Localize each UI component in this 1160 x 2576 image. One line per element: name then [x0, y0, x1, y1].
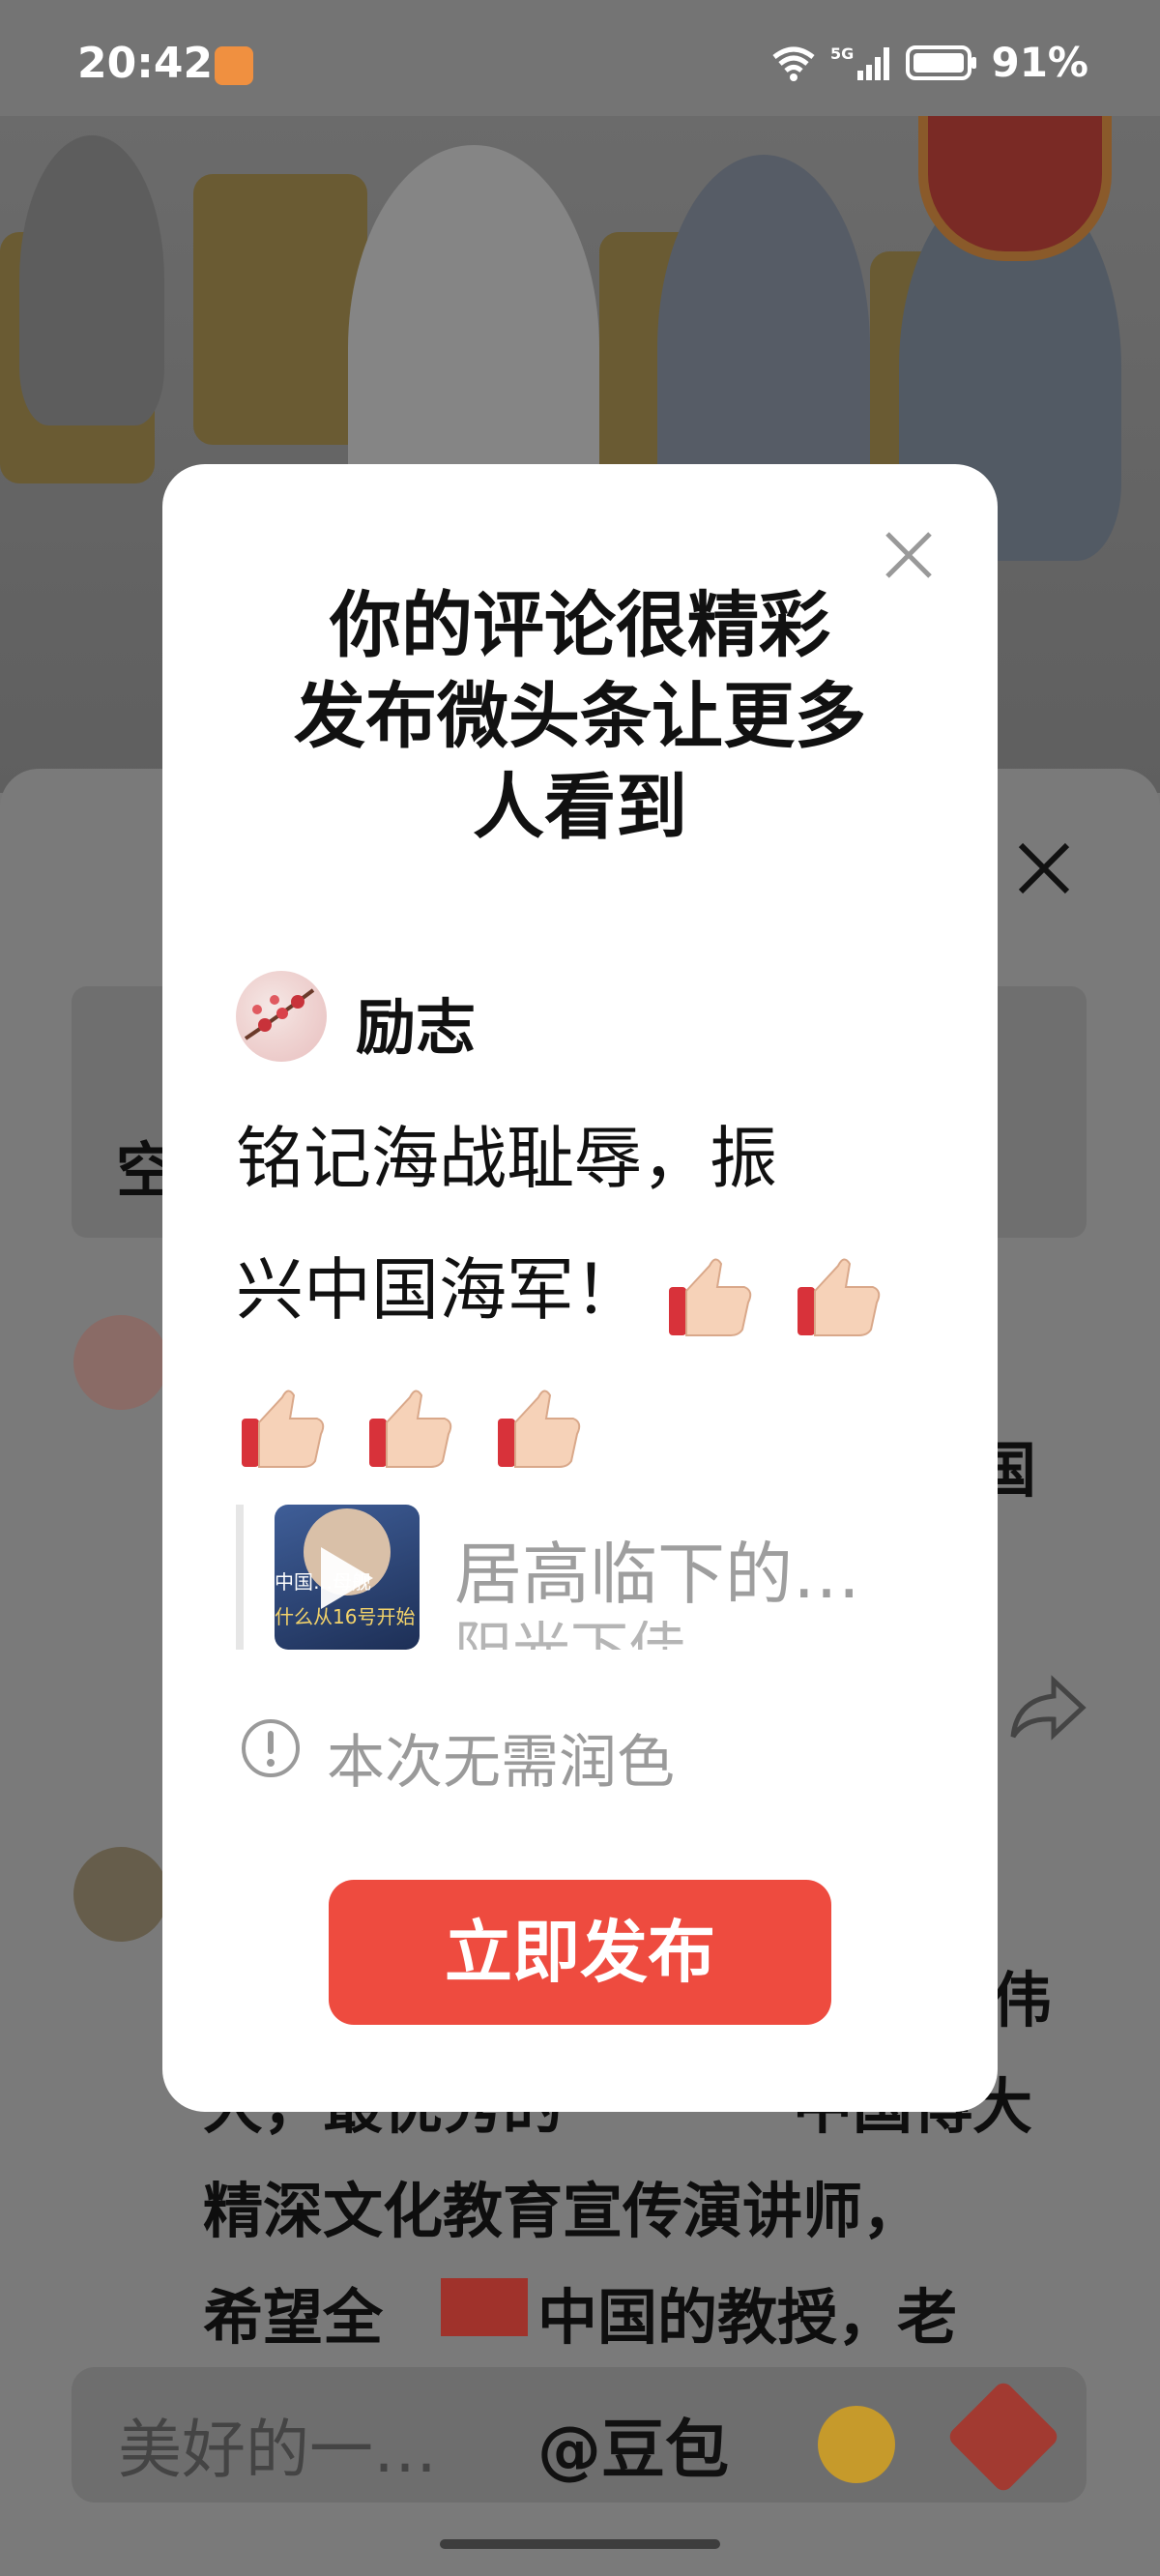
- dialog-close-icon[interactable]: [882, 528, 936, 582]
- mention-doubao-button[interactable]: @豆包: [537, 2398, 729, 2491]
- close-icon[interactable]: [1015, 839, 1073, 897]
- post-line-3: [236, 1356, 932, 1487]
- china-flag-icon: [441, 2278, 528, 2336]
- wifi-icon: [772, 46, 816, 81]
- thumbs-up-icon: [242, 1390, 325, 1468]
- thumbs-up-icon: [669, 1258, 752, 1336]
- comment-input[interactable]: 美好的一…: [118, 2398, 437, 2491]
- video-caption: 居高临下的…: [454, 1535, 860, 1614]
- emoji-icon[interactable]: [818, 2406, 895, 2483]
- health-app-icon: [215, 46, 253, 85]
- status-time: 20:42: [77, 39, 214, 88]
- svg-text:5G: 5G: [830, 44, 854, 63]
- thumbs-up-icon: [369, 1390, 452, 1468]
- dialog-title-line-2: 发布微头条让更多: [294, 675, 866, 758]
- plum-blossom-icon: [244, 988, 315, 1040]
- dialog-title: 你的评论很精彩 发布微头条让更多 人看到: [162, 580, 998, 853]
- signal-icon: 5G: [830, 44, 890, 80]
- status-bar: 20:42 5G 91%: [0, 0, 1160, 116]
- commenter-avatar[interactable]: [73, 1315, 168, 1410]
- post-line-1: 铭记海战耻辱，振: [236, 1119, 777, 1198]
- dialog-title-line-1: 你的评论很精彩: [330, 584, 830, 667]
- comment-line-4: 希望全: [203, 2282, 384, 2353]
- comment-line-3: 精深文化教育宣传演讲师，: [203, 2176, 923, 2246]
- info-icon: [242, 1719, 300, 1777]
- no-polish-notice: 本次无需润色: [327, 1729, 675, 1797]
- comment-line-5: 中国的教授，老: [537, 2282, 958, 2353]
- post-line-2: 兴中国海军！: [236, 1250, 642, 1330]
- comment-line-1: 伟: [992, 1965, 1053, 2035]
- user-avatar: [236, 971, 327, 1062]
- share-icon[interactable]: [1005, 1673, 1088, 1744]
- publish-now-button[interactable]: 立即发布: [329, 1880, 831, 2025]
- status-indicators: 5G 91%: [770, 39, 1088, 86]
- video-caption-sub: 阳光下佳: [454, 1621, 744, 1650]
- user-name: 励志: [356, 992, 477, 1063]
- post-line-2-wrap: 兴中国海军！: [236, 1224, 932, 1356]
- post-content: 铭记海战耻辱，振 兴中国海军！: [236, 1093, 932, 1487]
- quote-bar: [236, 1505, 244, 1650]
- video-caption-sub-text: 阳光下佳: [454, 1621, 686, 1650]
- commenter-avatar-2[interactable]: [73, 1847, 168, 1942]
- video-thumbnail[interactable]: 中国…母舰 什么从16号开始: [275, 1505, 420, 1650]
- home-indicator: [440, 2539, 720, 2549]
- dialog-title-line-3: 人看到: [473, 766, 687, 849]
- battery-icon: [906, 44, 977, 80]
- thumbs-up-icon: [497, 1390, 580, 1468]
- play-icon: [321, 1547, 373, 1609]
- thumbs-up-icon: [797, 1258, 880, 1336]
- battery-percent: 91%: [991, 39, 1088, 86]
